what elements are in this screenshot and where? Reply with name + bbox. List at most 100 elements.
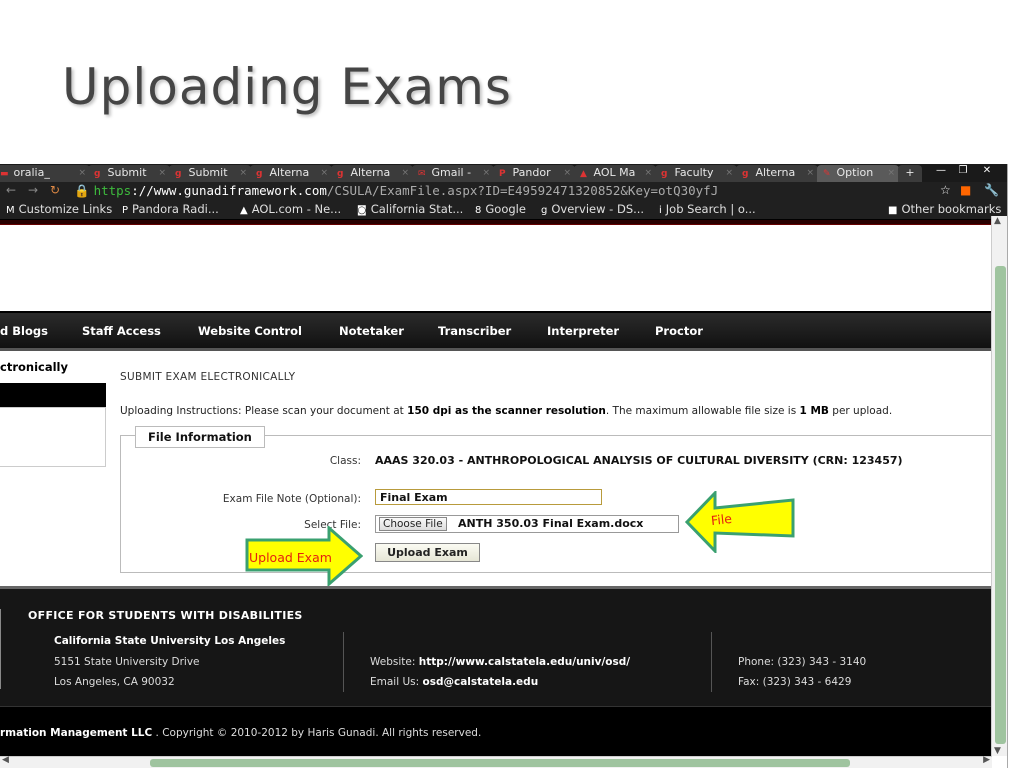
close-icon[interactable]: × <box>482 165 490 181</box>
close-icon[interactable]: × <box>725 165 733 181</box>
close-icon[interactable]: × <box>239 165 247 181</box>
close-icon[interactable]: × <box>320 165 328 181</box>
nav-item-interpreter[interactable]: Interpreter <box>547 324 619 338</box>
instructions-dpi: 150 dpi as the scanner resolution <box>407 405 606 417</box>
scroll-right-icon[interactable]: ▶ <box>983 755 990 765</box>
footer-address-1: 5151 State University Drive <box>54 656 200 668</box>
browser-tab[interactable]: g Submit × <box>88 165 170 182</box>
email-link[interactable]: osd@calstatela.edu <box>423 676 539 688</box>
exam-note-input[interactable] <box>375 489 602 505</box>
bookmark-label: Overview - DS... <box>551 202 645 216</box>
bookmark-item[interactable]: P Pandora Radi... <box>122 202 219 216</box>
bookmark-item[interactable]: i Job Search | o... <box>659 202 756 216</box>
browser-tab[interactable]: g Submit × <box>169 165 251 182</box>
instructions-size: 1 MB <box>799 405 829 417</box>
close-icon[interactable]: × <box>644 165 652 181</box>
nav-item-website-control[interactable]: Website Control <box>198 324 302 338</box>
star-icon[interactable]: ☆ <box>940 183 951 197</box>
browser-tab[interactable]: g Alterna × <box>331 165 413 182</box>
tab-favicon-icon: g <box>337 169 344 179</box>
scroll-left-icon[interactable]: ◀ <box>2 755 9 765</box>
class-label: Class: <box>329 455 361 467</box>
bookmarks-bar: M Customize Links P Pandora Radi... ▲ AOL.c… <box>0 200 1007 220</box>
scrollbar-thumb[interactable] <box>995 266 1006 744</box>
footer-phone: Phone: (323) 343 - 3140 <box>738 656 867 668</box>
browser-tab[interactable]: P Pandor × <box>493 165 575 182</box>
upload-exam-button[interactable]: Upload Exam <box>375 543 480 562</box>
tab-favicon-icon: g <box>742 169 749 179</box>
horizontal-scrollbar[interactable]: ◀ ▶ <box>0 755 992 768</box>
nav-item-transcriber[interactable]: Transcriber <box>438 324 511 338</box>
browser-tab-active[interactable]: ✎ Option × <box>817 165 899 182</box>
browser-tab[interactable]: ▬ oralia_ × <box>0 165 90 182</box>
extension-icon[interactable]: ■ <box>960 183 971 197</box>
browser-tab[interactable]: g Alterna × <box>736 165 818 182</box>
footer-divider <box>0 609 1 689</box>
tab-label: Alterna <box>269 166 310 179</box>
mail-icon: ✉ <box>418 169 426 179</box>
address-bar[interactable]: 🔒 https://www.gunadiframework.com/CSULA/E… <box>74 183 944 199</box>
close-icon[interactable]: × <box>887 165 895 181</box>
website-link[interactable]: http://www.calstatela.edu/univ/osd/ <box>419 656 630 668</box>
scroll-down-icon[interactable]: ▼ <box>994 746 1001 756</box>
bookmark-item[interactable]: ▲ AOL.com - Ne... <box>240 202 341 216</box>
bookmark-item[interactable]: 8 Google <box>475 202 526 216</box>
browser-toolbar: ← → ↻ 🔒 https://www.gunadiframework.com/C… <box>0 182 1007 200</box>
tab-favicon-icon: ▲ <box>580 169 587 179</box>
footer-fax: Fax: (323) 343 - 6429 <box>738 676 852 688</box>
footer-email: Email Us: osd@calstatela.edu <box>370 676 538 688</box>
tab-strip: ▬ oralia_ × g Submit × g Submit × g Alterna… <box>0 164 1007 182</box>
browser-tab[interactable]: g Faculty × <box>655 165 737 182</box>
url-path: /CSULA/ExamFile.aspx?ID=E49592471320852&… <box>326 183 719 198</box>
browser-tab[interactable]: g Alterna × <box>250 165 332 182</box>
close-icon[interactable]: × <box>158 165 166 181</box>
reload-icon[interactable]: ↻ <box>50 183 60 197</box>
wrench-icon[interactable]: 🔧 <box>984 183 999 197</box>
close-icon[interactable]: × <box>806 165 814 181</box>
choose-file-button[interactable]: Choose File <box>379 517 447 531</box>
file-picker[interactable]: Choose File ANTH 350.03 Final Exam.docx <box>375 515 679 533</box>
bookmark-favicon-icon: i <box>659 205 662 216</box>
close-icon[interactable]: × <box>78 165 86 181</box>
browser-tab[interactable]: ✉ Gmail - × <box>412 165 494 182</box>
tab-favicon-icon: g <box>256 169 263 179</box>
page-heading: SUBMIT EXAM ELECTRONICALLY <box>120 371 296 383</box>
tab-label: Pandor <box>512 166 551 179</box>
other-bookmarks[interactable]: ■ Other bookmarks <box>888 202 1001 216</box>
browser-tab[interactable]: ▲ AOL Ma × <box>574 165 656 182</box>
nav-item-notetaker[interactable]: Notetaker <box>339 324 404 338</box>
bookmark-label: Job Search | o... <box>665 202 756 216</box>
bookmark-item[interactable]: M Customize Links <box>6 202 112 216</box>
close-window-icon[interactable]: ✕ <box>976 164 998 178</box>
nav-item-blogs[interactable]: d Blogs <box>0 324 48 338</box>
close-icon[interactable]: × <box>563 165 571 181</box>
other-bookmarks-label: Other bookmarks <box>901 202 1002 216</box>
browser-window: ▬ oralia_ × g Submit × g Submit × g Alterna… <box>0 164 1008 768</box>
sidebar-active-item[interactable] <box>0 383 106 407</box>
scroll-up-icon[interactable]: ▲ <box>994 216 1001 226</box>
copyright-notice: . Copyright © 2010-2012 by Haris Gunadi.… <box>152 727 482 739</box>
back-icon[interactable]: ← <box>6 183 16 197</box>
scrollbar-thumb[interactable] <box>150 759 850 767</box>
tab-favicon-icon: g <box>175 169 182 179</box>
tab-favicon-icon: ▬ <box>0 169 9 179</box>
bookmark-favicon-icon: ◙ <box>357 205 367 216</box>
minimize-icon[interactable]: — <box>930 164 952 178</box>
bookmark-favicon-icon: 8 <box>475 205 482 216</box>
copyright-text: rmation Management LLC . Copyright © 201… <box>0 727 481 739</box>
bookmark-label: AOL.com - Ne... <box>251 202 342 216</box>
wrench-icon: ✎ <box>823 169 831 179</box>
site-footer: OFFICE FOR STUDENTS WITH DISABILITIES Ca… <box>0 586 992 706</box>
nav-item-proctor[interactable]: Proctor <box>655 324 703 338</box>
nav-item-staff-access[interactable]: Staff Access <box>82 324 161 338</box>
forward-icon[interactable]: → <box>28 183 38 197</box>
restore-icon[interactable]: ❐ <box>952 164 974 178</box>
new-tab-button[interactable]: + <box>898 165 922 182</box>
bookmark-item[interactable]: ◙ California Stat... <box>357 202 463 216</box>
bookmark-item[interactable]: g Overview - DS... <box>541 202 644 216</box>
website-label: Website: <box>370 656 419 668</box>
vertical-scrollbar[interactable]: ▲ ▼ <box>991 216 1007 756</box>
close-icon[interactable]: × <box>401 165 409 181</box>
tab-label: AOL Ma <box>593 166 636 179</box>
footer-website: Website: http://www.calstatela.edu/univ/… <box>370 656 630 668</box>
